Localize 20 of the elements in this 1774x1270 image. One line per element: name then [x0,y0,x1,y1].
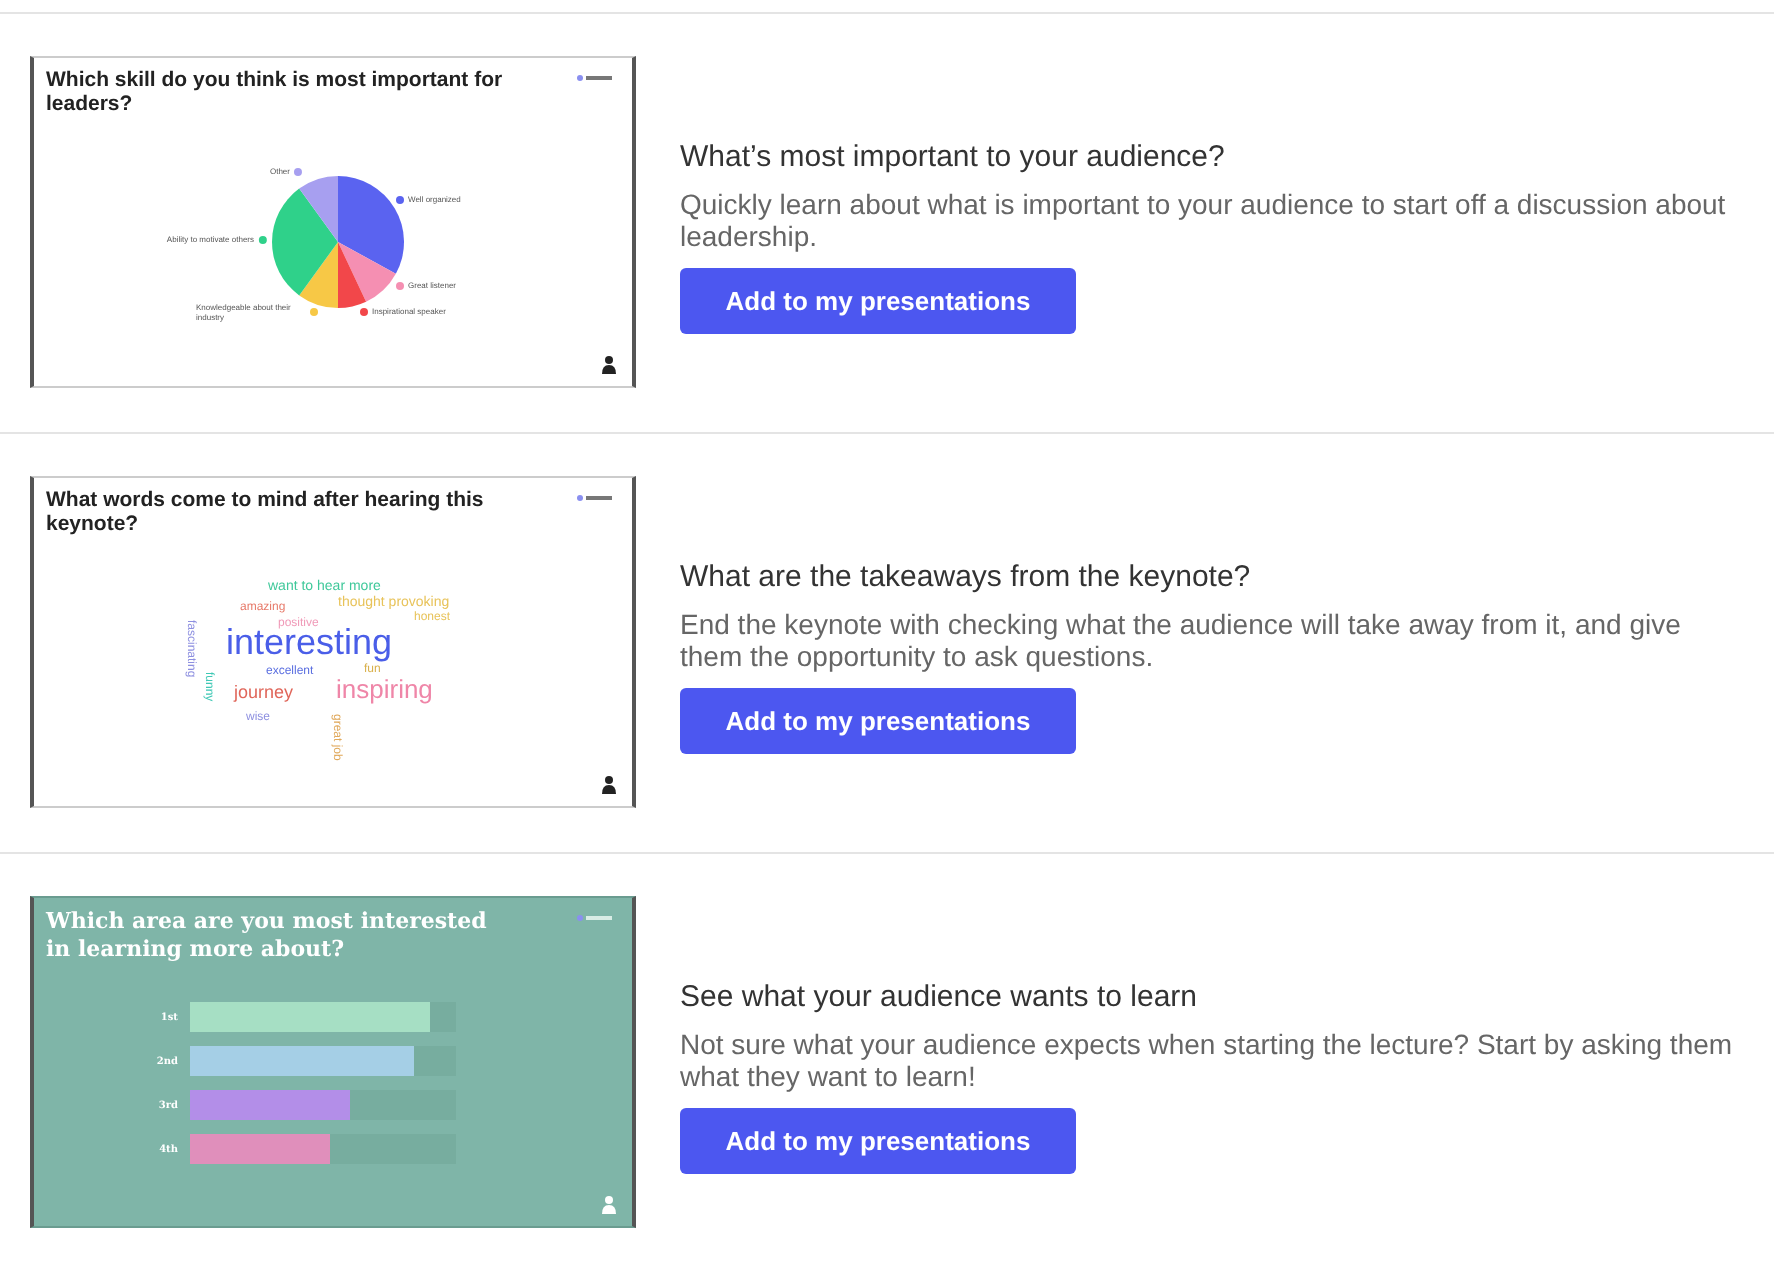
template-heading: See what your audience wants to learn [680,979,1197,1013]
template-description: End the keynote with checking what the audience will take away from it, and give them the opportunity to ask questions. [680,607,1683,671]
person-icon [602,356,616,374]
template-description: Not sure what your audience expects when starting the lecture? Start by asking them what they want to learn! [680,1027,1735,1091]
logo-icon [576,914,612,922]
template-heading: What are the takeaways from the keynote? [680,559,1251,593]
template-description: Quickly learn about what is important to your audience to start off a discussion about leadership. [680,187,1728,251]
person-icon [602,776,616,794]
logo-icon [576,494,612,502]
person-icon [602,1196,616,1214]
add-button[interactable]: Add to my presentations [680,687,1076,753]
slide-title: Which skill do you think is most important for leaders? [46,68,505,116]
add-button[interactable]: Add to my presentations [680,1107,1076,1173]
add-button[interactable]: Add to my presentations [680,267,1076,333]
logo-icon [576,74,612,82]
cloud-word: inspiring [336,676,433,702]
slide-title: Which area are you most interested in learning more about? [46,908,489,964]
template-heading: What’s most important to your audience? [680,139,1225,173]
cloud-word: journey [234,684,294,702]
slide-title: What words come to mind after hearing this keynote? [46,488,486,536]
